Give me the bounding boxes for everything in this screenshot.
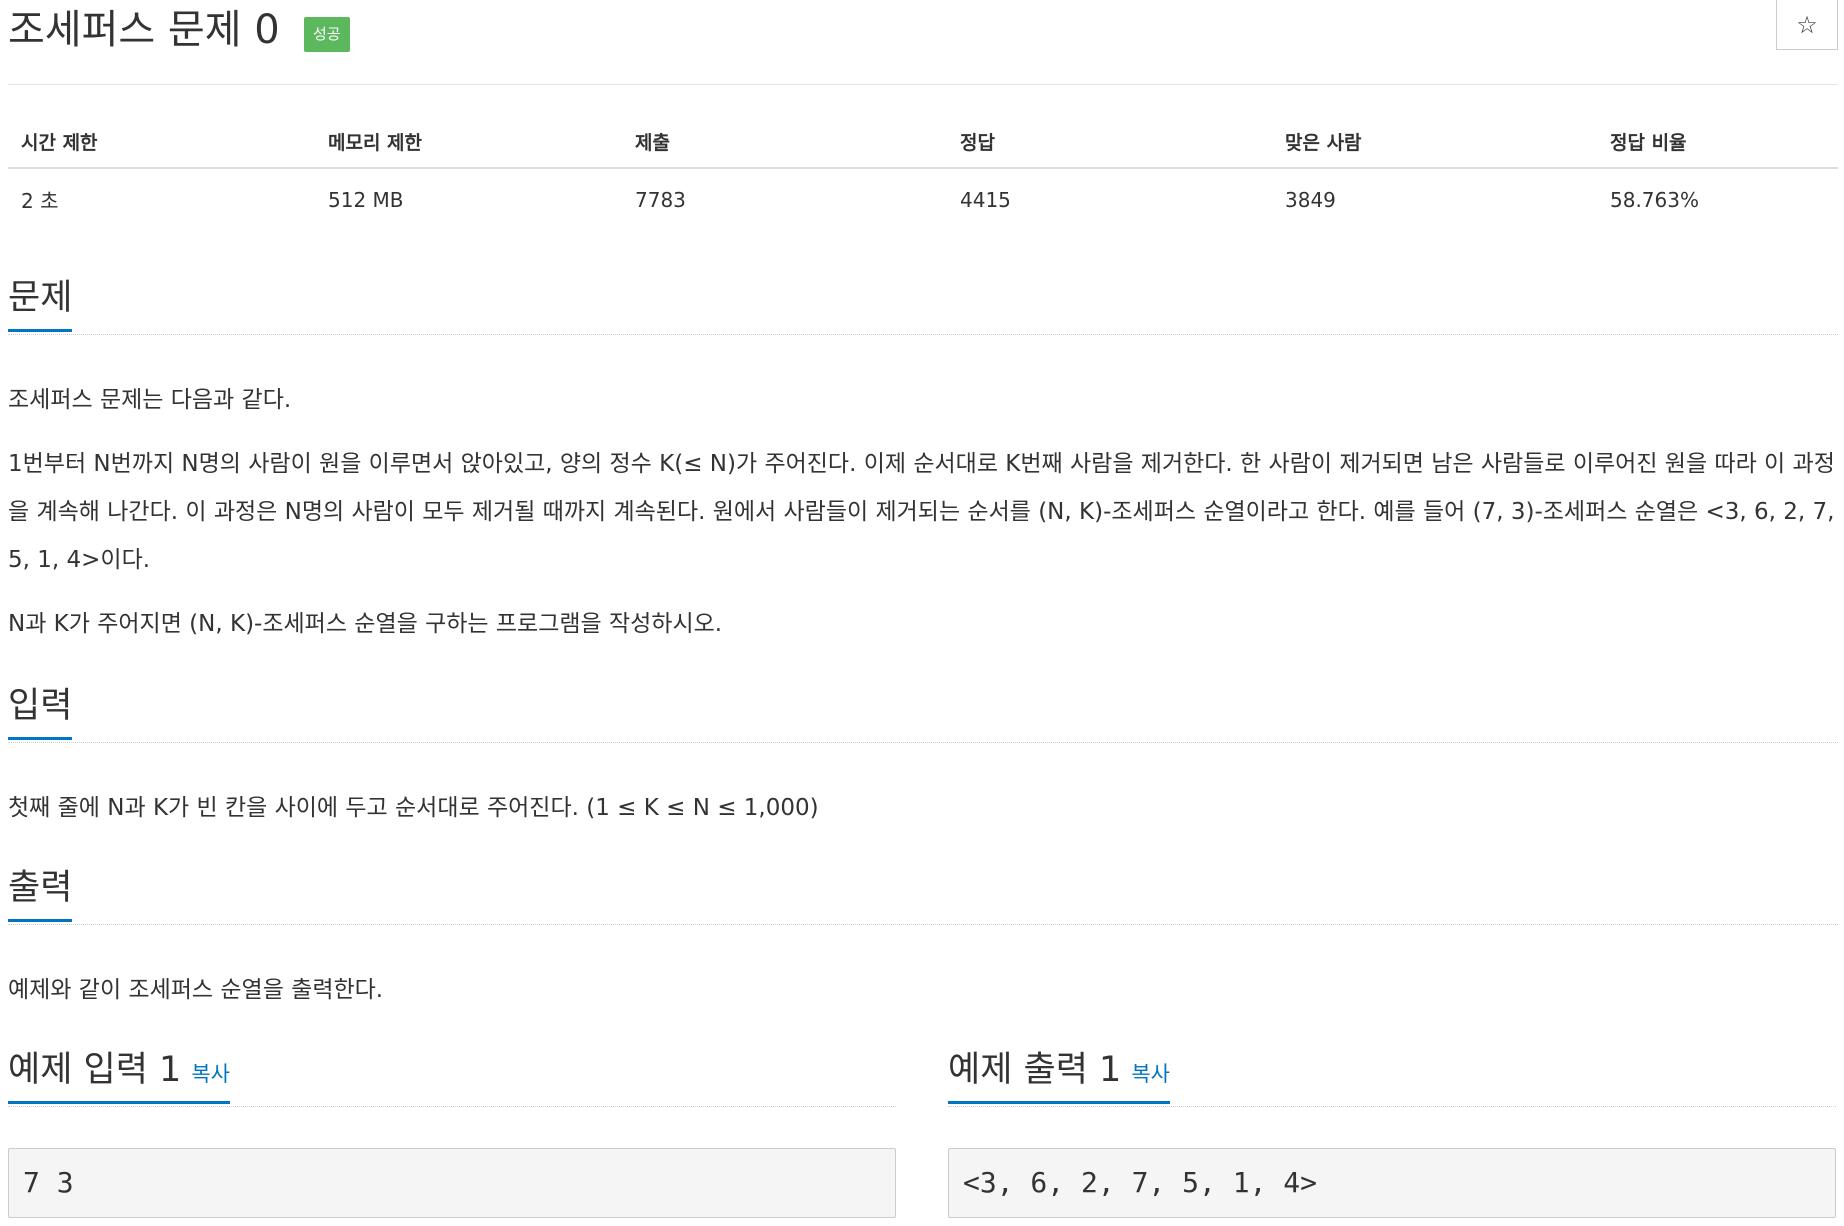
star-icon: ☆ xyxy=(1796,10,1818,39)
output-description: 예제와 같이 조세퍼스 순열을 출력한다. xyxy=(8,977,384,1003)
problem-page: 조세퍼스 문제 0 성공 ☆ 시간 제한 메모리 제한 제출 정답 맞은 사람 … xyxy=(8,0,1838,1218)
info-header-submissions: 제출 xyxy=(622,122,947,169)
input-description: 첫째 줄에 N과 K가 빈 칸을 사이에 두고 순서대로 주어진다. (1 ≤ … xyxy=(8,795,819,821)
sample-output-title: 예제 출력 1 xyxy=(948,1050,1122,1090)
sample-output-title-wrap: 예제 출력 1 복사 xyxy=(948,1048,1170,1104)
page-title: 조세퍼스 문제 0 xyxy=(8,7,280,53)
info-header-solved-users: 맞은 사람 xyxy=(1272,122,1597,169)
input-section-header: 입력 xyxy=(8,684,1838,743)
info-value-solved-users: 3849 xyxy=(1285,187,1336,212)
title-row: 조세퍼스 문제 0 성공 ☆ xyxy=(8,0,1838,85)
info-header-row: 시간 제한 메모리 제한 제출 정답 맞은 사람 정답 비율 xyxy=(8,122,1838,169)
sample-input-copy-link[interactable]: 복사 xyxy=(191,1062,230,1086)
info-header-time-limit: 시간 제한 xyxy=(8,122,315,169)
output-section-title: 출력 xyxy=(8,866,73,922)
info-value-ratio: 58.763% xyxy=(1610,187,1699,212)
info-header-ratio: 정답 비율 xyxy=(1597,122,1838,169)
info-value-submissions: 7783 xyxy=(635,187,686,212)
info-value-memory-limit: 512 MB xyxy=(328,187,404,212)
favorite-button[interactable]: ☆ xyxy=(1776,0,1838,50)
input-section-title: 입력 xyxy=(8,684,73,740)
info-value-accepted: 4415 xyxy=(960,187,1011,212)
output-section-header: 출력 xyxy=(8,866,1838,925)
sample-input-title: 예제 입력 1 xyxy=(8,1050,182,1090)
problem-info-table: 시간 제한 메모리 제한 제출 정답 맞은 사람 정답 비율 2 초 512 M… xyxy=(8,122,1838,222)
problem-paragraph-3: N과 K가 주어지면 (N, K)-조세퍼스 순열을 구하는 프로그램을 작성하… xyxy=(8,611,723,637)
sample-input-box: 7 3 xyxy=(8,1148,896,1218)
problem-paragraph-2: 1번부터 N번까지 N명의 사람이 원을 이루면서 앉아있고, 양의 정수 K(… xyxy=(8,451,1835,573)
info-value-row: 2 초 512 MB 7783 4415 3849 58.763% xyxy=(8,168,1838,222)
sample-output-box: <3, 6, 2, 7, 5, 1, 4> xyxy=(948,1148,1836,1218)
sample-output-header: 예제 출력 1 복사 xyxy=(948,1048,1836,1107)
info-value-time-limit: 2 초 xyxy=(21,189,59,213)
problem-section-header: 문제 xyxy=(8,276,1838,335)
problem-section-title: 문제 xyxy=(8,276,73,332)
info-header-accepted: 정답 xyxy=(947,122,1272,169)
sample-input-header: 예제 입력 1 복사 xyxy=(8,1048,896,1107)
status-badge: 성공 xyxy=(304,17,350,52)
problem-paragraph-1: 조세퍼스 문제는 다음과 같다. xyxy=(8,387,292,413)
info-header-memory-limit: 메모리 제한 xyxy=(315,122,622,169)
sample-output-copy-link[interactable]: 복사 xyxy=(1131,1062,1170,1086)
sample-input-title-wrap: 예제 입력 1 복사 xyxy=(8,1048,230,1104)
